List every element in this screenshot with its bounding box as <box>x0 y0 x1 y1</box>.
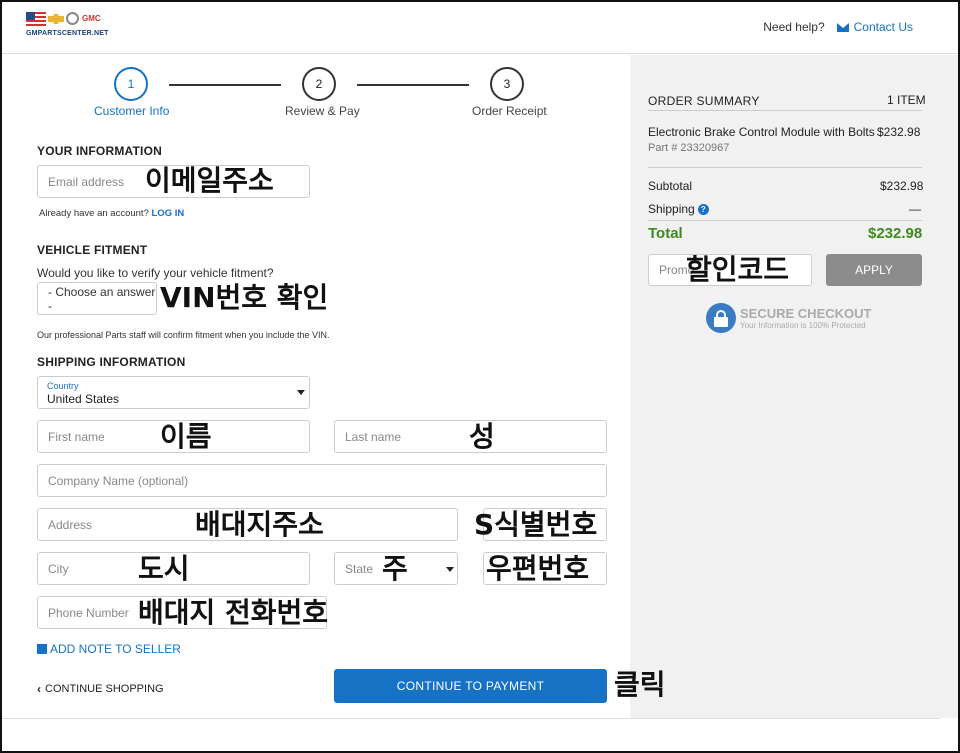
last-name-placeholder: Last name <box>345 429 402 444</box>
chevron-down-icon <box>446 567 454 572</box>
item-count: 1 ITEM <box>887 93 926 107</box>
summary-divider <box>648 110 922 111</box>
chevron-down-icon <box>297 390 305 395</box>
state-placeholder: State <box>345 561 374 576</box>
company-placeholder: Company Name (optional) <box>48 473 189 488</box>
step-connector <box>169 84 281 86</box>
footer-divider <box>2 718 940 719</box>
fitment-question: Would you like to verify your vehicle fi… <box>37 266 274 280</box>
vehicle-fitment-title: VEHICLE FITMENT <box>37 243 148 257</box>
contact-us-label: Contact Us <box>853 20 913 34</box>
fitment-annotation: VIN번호 확인 <box>160 281 329 314</box>
chevron-left-icon: ‹ <box>37 682 41 696</box>
step-2-circle: 2 <box>302 67 336 101</box>
shipping-value: — <box>909 202 921 216</box>
subtotal-value: $232.98 <box>880 179 924 193</box>
zip-annotation: 우편번호 <box>486 552 590 585</box>
site-header: GMC GMPARTSCENTER.NET Need help? Contact… <box>2 2 958 54</box>
step-2-label: Review & Pay <box>285 104 360 118</box>
product-price: $232.98 <box>877 125 921 139</box>
step-3-label: Order Receipt <box>472 104 547 118</box>
lock-icon <box>706 303 736 333</box>
login-prompt: Already have an account? LOG IN <box>39 208 184 219</box>
help-icon[interactable]: ? <box>697 204 709 216</box>
secure-checkout-subtitle: Your Information is 100% Protected <box>740 321 866 330</box>
city-placeholder: City <box>48 561 69 576</box>
order-summary-title: ORDER SUMMARY <box>648 94 760 108</box>
step-3-circle: 3 <box>490 67 524 101</box>
total-label: Total <box>648 225 683 242</box>
chevrolet-icon <box>48 14 64 24</box>
product-name: Electronic Brake Control Module with Bol… <box>648 125 875 139</box>
gmc-logo: GMC <box>82 14 101 23</box>
note-icon <box>37 644 47 654</box>
first-name-annotation: 이름 <box>160 420 212 453</box>
address-annotation: 배대지주소 <box>195 508 324 541</box>
email-placeholder: Email address <box>48 174 125 189</box>
shipping-label-row: Shipping? <box>648 202 709 216</box>
secure-checkout-title: SECURE CHECKOUT <box>740 306 872 321</box>
login-link[interactable]: LOG IN <box>152 208 185 219</box>
logo-text: GMPARTSCENTER.NET <box>26 30 109 37</box>
step-1-circle: 1 <box>114 67 148 101</box>
order-summary-panel <box>630 55 958 718</box>
subtotal-label: Subtotal <box>648 179 693 193</box>
total-value: $232.98 <box>868 225 923 242</box>
fitment-select-value: - Choose an answer - <box>48 284 156 313</box>
fitment-note: Our professional Parts staff will confir… <box>37 330 330 340</box>
last-name-annotation: 성 <box>469 420 495 453</box>
address-placeholder: Address <box>48 517 93 532</box>
fitment-select[interactable]: - Choose an answer - <box>37 282 157 315</box>
shipping-label: Shipping <box>648 202 695 216</box>
part-number: Part # 23320967 <box>648 142 730 154</box>
city-annotation: 도시 <box>138 552 190 585</box>
phone-placeholder: Phone Number <box>48 605 129 620</box>
add-note-link[interactable]: ADD NOTE TO SELLER <box>37 642 181 656</box>
company-field[interactable]: Company Name (optional) <box>37 464 607 497</box>
promo-annotation: 할인코드 <box>686 253 790 286</box>
apply-button[interactable]: APPLY <box>826 254 922 286</box>
phone-annotation: 배대지 전화번호 <box>138 596 329 629</box>
email-annotation: 이메일주소 <box>145 164 274 197</box>
country-value: United States <box>47 392 120 406</box>
add-note-label: ADD NOTE TO SELLER <box>50 642 181 656</box>
summary-divider <box>648 220 922 221</box>
first-name-placeholder: First name <box>48 429 105 444</box>
apply-label: APPLY <box>855 263 893 277</box>
continue-shopping-link[interactable]: ‹ CONTINUE SHOPPING <box>37 682 164 696</box>
flag-icon <box>26 12 46 26</box>
step-connector <box>357 84 469 86</box>
account-prompt-text: Already have an account? <box>39 208 149 219</box>
contact-us-link[interactable]: Contact Us <box>836 20 913 34</box>
buick-icon <box>66 12 79 25</box>
your-info-title: YOUR INFORMATION <box>37 144 162 158</box>
step-1-label: Customer Info <box>94 104 170 118</box>
continue-to-payment-button[interactable]: CONTINUE TO PAYMENT <box>334 669 607 703</box>
help-text: Need help? <box>763 20 825 34</box>
state-annotation: 주 <box>382 552 408 585</box>
continue-shopping-label: CONTINUE SHOPPING <box>45 683 164 695</box>
shipping-info-title: SHIPPING INFORMATION <box>37 355 186 369</box>
continue-to-payment-label: CONTINUE TO PAYMENT <box>396 679 545 693</box>
summary-divider <box>648 167 922 168</box>
mail-icon <box>836 22 849 32</box>
help-area: Need help? Contact Us <box>763 20 913 34</box>
address2-annotation: S식별번호 <box>474 508 598 541</box>
site-logo[interactable]: GMC GMPARTSCENTER.NET <box>26 12 116 46</box>
click-annotation: 클릭 <box>614 668 666 701</box>
country-label: Country <box>47 381 79 391</box>
